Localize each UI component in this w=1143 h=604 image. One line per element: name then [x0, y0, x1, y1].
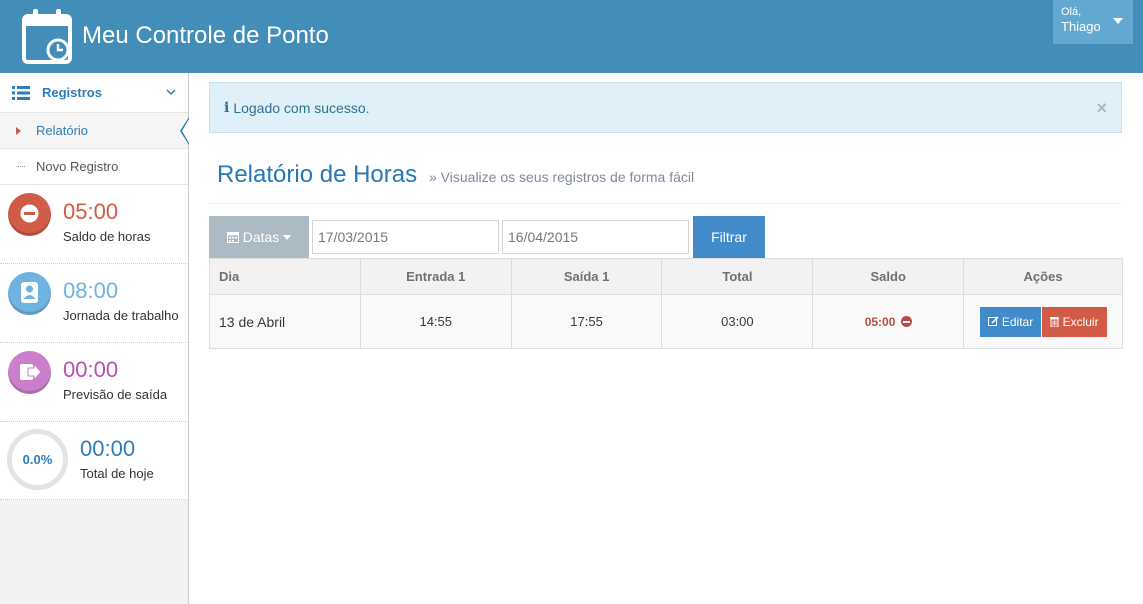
- caret-down-icon: [283, 234, 292, 240]
- list-icon: [12, 85, 30, 100]
- user-icon: [8, 272, 51, 315]
- minus-circle-icon: [8, 193, 51, 236]
- cell-total: 03:00: [661, 294, 814, 349]
- column-header[interactable]: Saída 1: [510, 258, 663, 295]
- sidebar-item-novo-registro[interactable]: Novo Registro: [0, 149, 188, 185]
- stat-value: 08:00: [63, 278, 119, 303]
- delete-button[interactable]: Excluir: [1042, 306, 1107, 337]
- success-alert: i Logado com sucesso. ×: [209, 82, 1122, 133]
- edit-label: Editar: [1001, 314, 1034, 329]
- column-header[interactable]: Total: [661, 258, 814, 295]
- sidebar-item-relatorio[interactable]: Relatório: [0, 113, 189, 149]
- progress-ring: 0.0%: [7, 429, 68, 490]
- brand[interactable]: Meu Controle de Ponto: [22, 8, 329, 64]
- calendar-clock-icon: [22, 9, 72, 64]
- sign-out-icon: [8, 351, 51, 394]
- calendar-icon: [226, 232, 239, 243]
- delete-label: Excluir: [1062, 314, 1099, 329]
- cell-entrada: 14:55: [359, 294, 512, 349]
- saldo-value: 05:00: [864, 314, 896, 329]
- stat-value: 05:00: [63, 199, 119, 224]
- minus-circle-icon: [900, 315, 912, 327]
- cell-dia: 13 de Abril: [209, 294, 361, 349]
- close-icon[interactable]: ×: [1096, 98, 1107, 119]
- table-header-row: Dia Entrada 1 Saída 1 Total Saldo Ações: [209, 258, 1123, 295]
- active-arrow-icon: [16, 127, 21, 135]
- trash-icon: [1050, 316, 1060, 327]
- sidebar-item-label: Novo Registro: [36, 159, 119, 174]
- stat-saldo: 05:00 Saldo de horas: [0, 185, 188, 264]
- alert-message: Logado com sucesso.: [233, 99, 370, 116]
- stat-label: Jornada de trabalho: [63, 308, 179, 323]
- stat-label: Total de hoje: [80, 466, 154, 481]
- stat-label: Saldo de horas: [63, 229, 151, 244]
- date-to-input[interactable]: [502, 220, 689, 254]
- cell-acoes: Editar Excluir: [963, 294, 1123, 349]
- column-header: Ações: [963, 258, 1123, 295]
- active-marker-inner: [182, 119, 189, 143]
- filter-button[interactable]: Filtrar: [693, 216, 765, 258]
- page-title: Relatório de Horas: [217, 161, 418, 188]
- cell-saldo: 05:00: [812, 294, 965, 349]
- page-header: Relatório de Horas » Visualize os seus r…: [209, 150, 1122, 204]
- sidebar-menu-registros[interactable]: Registros: [0, 73, 188, 113]
- chevron-down-icon: [166, 89, 176, 96]
- date-from-input[interactable]: [312, 220, 499, 254]
- stat-total-hoje: 0.0% 00:00 Total de hoje: [0, 422, 188, 500]
- dates-label: Datas: [242, 229, 280, 245]
- stat-value: 00:00: [63, 357, 119, 382]
- stat-value: 00:00: [80, 436, 136, 461]
- column-header[interactable]: Saldo: [812, 258, 965, 295]
- progress-percent: 0.0%: [22, 452, 53, 467]
- sidebar-item-label: Relatório: [36, 123, 89, 138]
- report-table: Dia Entrada 1 Saída 1 Total Saldo Ações …: [209, 258, 1123, 349]
- tree-line: [17, 166, 25, 167]
- page-subtitle: » Visualize os seus registros de forma f…: [429, 169, 695, 185]
- stat-jornada: 08:00 Jornada de trabalho: [0, 264, 188, 343]
- edit-icon: [987, 315, 999, 326]
- app-title: Meu Controle de Ponto: [82, 22, 329, 49]
- stat-label: Previsão de saída: [63, 387, 168, 402]
- dates-dropdown-button[interactable]: Datas: [209, 216, 309, 258]
- user-menu[interactable]: Olá, Thiago: [1053, 0, 1133, 44]
- caret-down-icon: [1113, 18, 1123, 24]
- edit-button[interactable]: Editar: [979, 306, 1042, 337]
- column-header[interactable]: Dia: [209, 258, 361, 295]
- column-header[interactable]: Entrada 1: [359, 258, 512, 295]
- info-icon: i: [224, 99, 230, 116]
- top-navbar: Meu Controle de Ponto Olá, Thiago: [0, 0, 1143, 73]
- cell-saida: 17:55: [510, 294, 663, 349]
- stat-previsao: 00:00 Previsão de saída: [0, 343, 188, 422]
- sidebar: Registros Relatório Novo Registro 05:00 …: [0, 73, 189, 604]
- sidebar-menu-label: Registros: [42, 85, 102, 100]
- table-row: 13 de Abril 14:55 17:55 03:00 05:00 Edit…: [209, 294, 1123, 349]
